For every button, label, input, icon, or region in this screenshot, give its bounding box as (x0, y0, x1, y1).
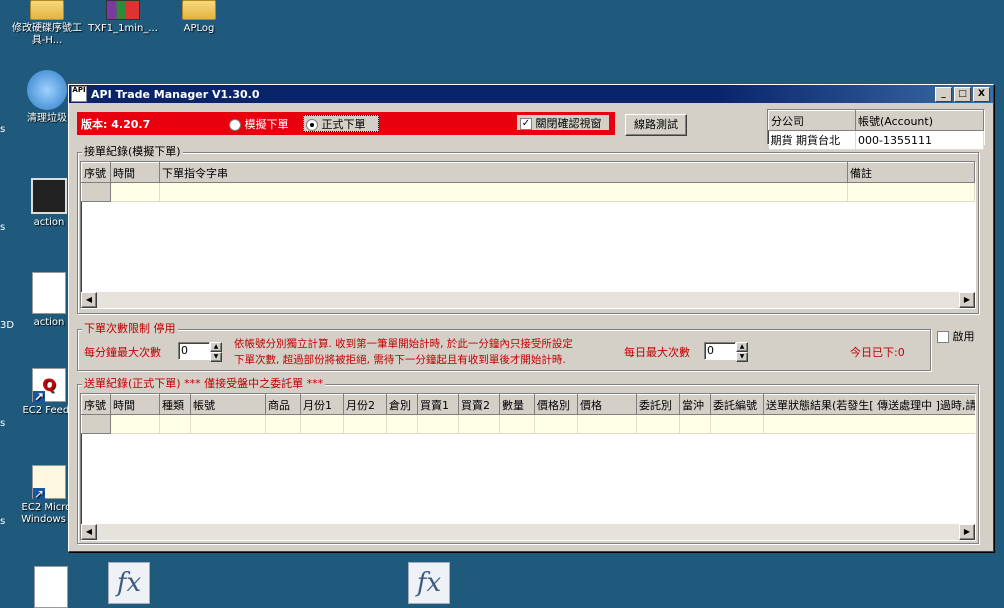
table-row[interactable] (81, 414, 975, 434)
sim-log-grid[interactable]: 序號 時間 下單指令字串 備註 ◀ ▶ (80, 161, 976, 309)
checkbox-checked-icon: ✓ (520, 118, 532, 130)
col-buysell2[interactable]: 買賣2 (458, 394, 500, 415)
api-trade-manager-window: API API Trade Manager V1.30.0 _ □ X 版本: … (68, 84, 994, 552)
col-product[interactable]: 商品 (265, 394, 301, 415)
spin-down-icon[interactable]: ▼ (736, 352, 748, 362)
radio-sim-order[interactable]: 模擬下單 (229, 116, 289, 132)
folder-icon (30, 0, 64, 20)
scroll-right-icon[interactable]: ▶ (959, 292, 975, 308)
col-month1[interactable]: 月份1 (300, 394, 344, 415)
per-minute-label: 每分鐘最大次數 (84, 346, 161, 359)
video-file-icon (31, 178, 67, 214)
col-account[interactable]: 帳號 (190, 394, 266, 415)
radio-selected-icon (306, 119, 318, 131)
mode-bar: 版本: 4.20.7 模擬下單 正式下單 ✓ 關閉確認視窗 (77, 112, 615, 135)
today-count: 今日已下:0 (850, 346, 905, 359)
order-limit-group: 下單次數限制 停用 每分鐘最大次數 0 ▲ ▼ 依帳號分別獨立計算. 收到第一筆單… (77, 322, 931, 371)
col-price-type[interactable]: 價格別 (534, 394, 578, 415)
document-icon[interactable] (34, 566, 68, 608)
col-remark[interactable]: 備註 (847, 162, 975, 183)
horizontal-scrollbar[interactable]: ◀ ▶ (81, 292, 975, 308)
horizontal-scrollbar[interactable]: ◀ ▶ (81, 524, 975, 540)
account-branch-cell[interactable]: 期貨 期貨台北 (768, 130, 856, 150)
desktop-icon-txf1[interactable]: TXF1_1min_... (86, 0, 160, 35)
sim-log-group: 接單紀錄(模擬下單) 序號 時間 下單指令字串 備註 ◀ ▶ (77, 145, 979, 314)
edge-label: 3D (0, 320, 15, 331)
col-order-type[interactable]: 委託別 (636, 394, 680, 415)
col-order-no[interactable]: 委託編號 (710, 394, 764, 415)
account-number-cell[interactable]: 000-1355111 (855, 130, 984, 150)
desktop-icon-label: APLog (183, 23, 215, 34)
app-icon: API (71, 86, 87, 102)
edge-label: s (0, 222, 6, 233)
limit-description-line2: 下單次數, 超過部份將被拒絕, 需待下一分鐘起且有收到單後才開始計時. (234, 354, 566, 366)
table-row[interactable] (81, 182, 975, 202)
document-icon (32, 272, 66, 314)
account-header-branch: 分公司 (768, 110, 856, 131)
col-time[interactable]: 時間 (110, 162, 160, 183)
desktop-icon-aplog[interactable]: APLog (162, 0, 236, 35)
close-confirm-checkbox[interactable]: ✓ 關閉確認視窗 (517, 115, 609, 130)
spin-down-icon[interactable]: ▼ (210, 352, 222, 362)
sim-log-title: 接單紀錄(模擬下單) (82, 145, 183, 159)
col-price[interactable]: 價格 (577, 394, 637, 415)
title-bar[interactable]: API API Trade Manager V1.30.0 _ □ X (69, 85, 993, 103)
winrar-icon (106, 0, 140, 20)
radio-icon (229, 119, 241, 131)
edge-label: s (0, 516, 6, 527)
maximize-button[interactable]: □ (954, 86, 971, 102)
spin-up-icon[interactable]: ▲ (210, 342, 222, 352)
scroll-left-icon[interactable]: ◀ (81, 524, 97, 540)
radio-real-order[interactable]: 正式下單 (303, 115, 379, 132)
scroll-left-icon[interactable]: ◀ (81, 292, 97, 308)
sent-log-group: 送單紀錄(正式下單) *** 僅接受盤中之委託單 *** 序號 時間 種類 帳號… (77, 377, 979, 544)
limit-description-line1: 依帳號分別獨立計算. 收到第一筆單開始計時, 於此一分鐘內只接受所設定 (234, 338, 573, 350)
daily-max-input[interactable]: 0 (704, 342, 736, 360)
minimize-button[interactable]: _ (935, 86, 952, 102)
col-position[interactable]: 倉別 (386, 394, 418, 415)
col-seq[interactable]: 序號 (81, 162, 111, 183)
col-month2[interactable]: 月份2 (343, 394, 387, 415)
desktop-icon-label: 修改硬碟序號工具-H... (12, 23, 82, 46)
per-minute-stepper[interactable]: 0 ▲ ▼ (178, 342, 222, 362)
recycle-bin-icon (27, 70, 67, 110)
daily-max-label: 每日最大次數 (624, 346, 690, 359)
col-quantity[interactable]: 數量 (499, 394, 535, 415)
window-title: API Trade Manager V1.30.0 (91, 87, 260, 101)
daily-max-stepper[interactable]: 0 ▲ ▼ (704, 342, 748, 362)
line-test-button[interactable]: 線路測試 (625, 114, 687, 136)
shortcut-icon: Q (32, 368, 66, 403)
sent-log-title: 送單紀錄(正式下單) *** 僅接受盤中之委託單 *** (82, 377, 326, 391)
checkbox-icon (937, 331, 949, 343)
col-time[interactable]: 時間 (110, 394, 160, 415)
account-header-account: 帳號(Account) (855, 110, 984, 131)
edge-label: s (0, 124, 6, 135)
col-kind[interactable]: 種類 (159, 394, 191, 415)
col-daytrade[interactable]: 當沖 (679, 394, 711, 415)
shortcut-icon (32, 465, 66, 500)
account-table: 分公司 帳號(Account) 期貨 期貨台北 000-1355111 (767, 109, 985, 150)
spin-up-icon[interactable]: ▲ (736, 342, 748, 352)
col-status[interactable]: 送單狀態結果(若發生[ 傳送處理中 ]過時,請 (763, 394, 975, 415)
order-limit-title: 下單次數限制 停用 (82, 322, 178, 336)
folder-icon (182, 0, 216, 20)
desktop-icon-label: TXF1_1min_... (88, 23, 158, 34)
version-text: 版本: 4.20.7 (81, 118, 151, 131)
close-button[interactable]: X (973, 86, 990, 102)
per-minute-input[interactable]: 0 (178, 342, 210, 360)
sent-log-grid[interactable]: 序號 時間 種類 帳號 商品 月份1 月份2 倉別 買賣1 買賣2 數量 價格別… (80, 393, 976, 541)
edge-label: s (0, 418, 6, 429)
scroll-right-icon[interactable]: ▶ (959, 524, 975, 540)
col-order-string[interactable]: 下單指令字串 (159, 162, 848, 183)
col-buysell1[interactable]: 買賣1 (417, 394, 459, 415)
desktop-icon-hdd-tool[interactable]: 修改硬碟序號工具-H... (10, 0, 84, 47)
enable-checkbox[interactable]: 啟用 (937, 328, 975, 344)
col-seq[interactable]: 序號 (81, 394, 111, 415)
